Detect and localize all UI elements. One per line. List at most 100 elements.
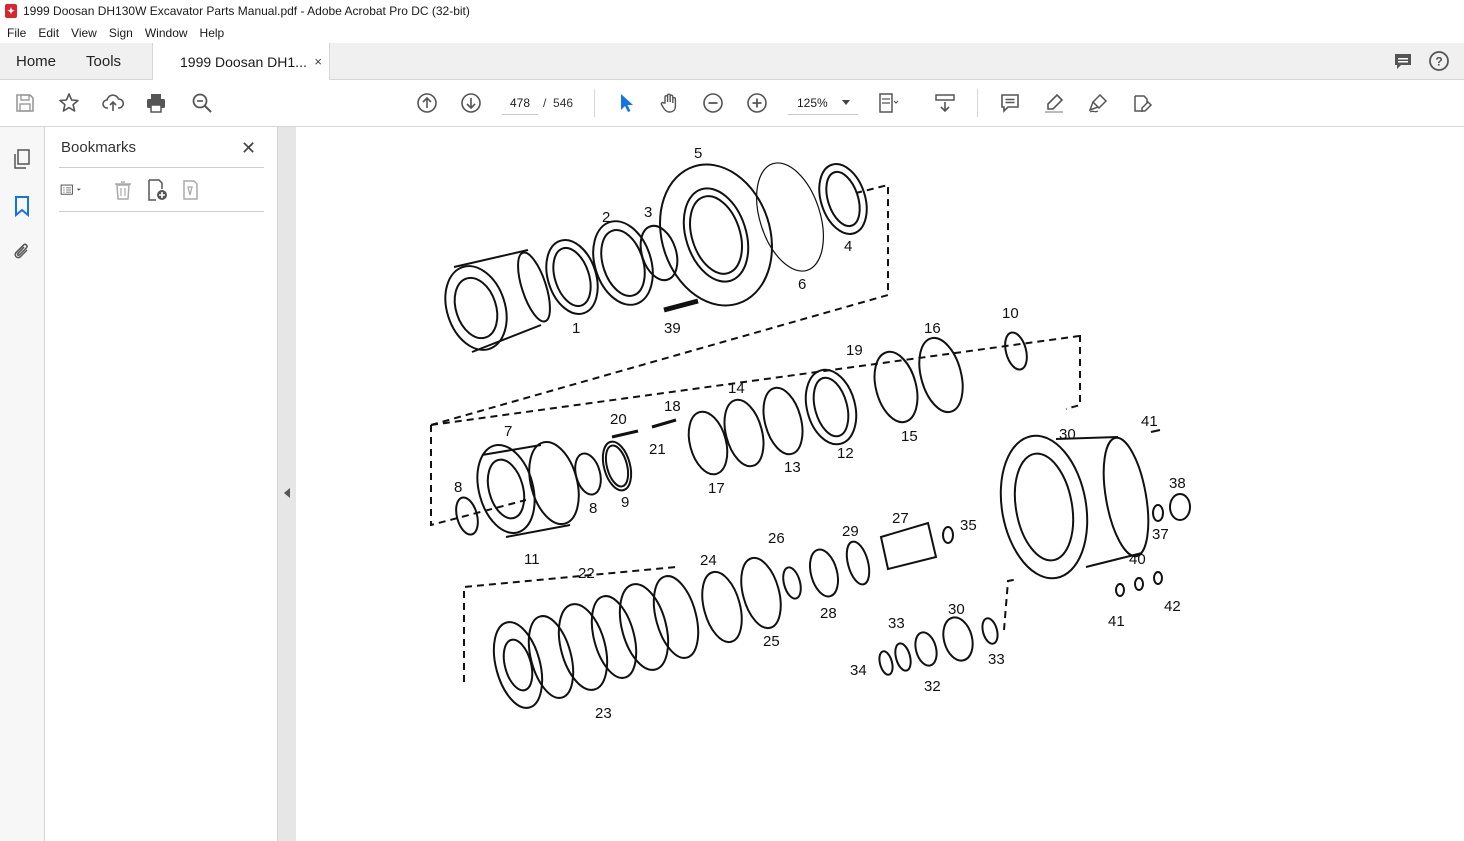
zoom-in-icon[interactable] [745, 91, 769, 115]
part-label: 16 [924, 320, 941, 337]
part-label: 2 [602, 209, 610, 226]
page-count: 546 [553, 96, 574, 110]
delete-bookmark-icon[interactable] [111, 178, 135, 202]
part-label: 13 [784, 459, 801, 476]
panel-collapse-handle[interactable] [278, 127, 296, 841]
highlight-icon[interactable] [1042, 91, 1066, 115]
toolbar-divider [594, 89, 595, 117]
part-label: 14 [728, 380, 745, 397]
part-label: 33 [888, 615, 905, 632]
menu-help[interactable]: Help [194, 26, 231, 40]
acrobat-pdf-icon: ✦ [5, 4, 17, 18]
select-cursor-icon[interactable] [614, 91, 638, 115]
menu-view[interactable]: View [65, 26, 103, 40]
part-label: 33 [988, 651, 1005, 668]
part-label: 35 [960, 517, 977, 534]
tab-close-icon[interactable]: × [314, 54, 322, 69]
edit-pdf-icon[interactable] [1130, 91, 1154, 115]
toolbar-divider [977, 89, 978, 117]
title-bar: ✦ 1999 Doosan DH130W Excavator Parts Man… [0, 0, 1464, 22]
document-page: 5 2 3 4 6 1 39 10 16 19 14 18 20 7 21 15… [296, 127, 1464, 841]
tab-home[interactable]: Home [0, 43, 72, 80]
attachments-icon[interactable] [10, 240, 34, 264]
part-label: 21 [649, 441, 666, 458]
part-label: 41 [1108, 613, 1125, 630]
zoom-level-select[interactable]: 125% [788, 91, 858, 115]
tab-document[interactable]: 1999 Doosan DH1... × [152, 43, 330, 80]
pages-icon[interactable] [10, 147, 34, 171]
part-label: 17 [708, 480, 725, 497]
divider [59, 167, 264, 168]
print-icon[interactable] [144, 91, 168, 115]
tab-document-label: 1999 Doosan DH1... [180, 53, 307, 70]
menu-file[interactable]: File [0, 26, 32, 40]
part-label: 20 [610, 411, 627, 428]
part-label: 30 [1059, 426, 1076, 443]
collapse-arrow-icon [284, 488, 290, 498]
fit-page-icon[interactable] [876, 91, 900, 115]
menu-sign[interactable]: Sign [103, 26, 139, 40]
bookmark-star-icon[interactable] [57, 91, 81, 115]
part-label: 11 [524, 551, 540, 568]
menu-bar: File Edit View Sign Window Help [0, 22, 1464, 43]
part-label: 27 [892, 510, 909, 527]
part-label: 38 [1169, 475, 1186, 492]
part-label: 7 [504, 423, 512, 440]
zoom-level-value: 125% [797, 95, 828, 110]
tab-tools[interactable]: Tools [72, 43, 137, 80]
part-label: 26 [768, 530, 785, 547]
part-label: 6 [798, 276, 806, 293]
upload-icon[interactable] [101, 91, 125, 115]
comment-icon[interactable] [998, 91, 1022, 115]
divider [59, 211, 264, 212]
tab-bar: Home Tools 1999 Doosan DH1... × ? [0, 43, 1464, 80]
page-separator: / [543, 96, 547, 110]
bookmarks-panel: Bookmarks ✕ [45, 127, 278, 841]
menu-window[interactable]: Window [139, 26, 194, 40]
part-label: 40 [1129, 551, 1146, 568]
comment-panel-icon[interactable] [1392, 50, 1414, 77]
part-label: 28 [820, 605, 837, 622]
bookmark-options-icon[interactable] [59, 178, 83, 202]
bookmarks-icon[interactable] [10, 194, 34, 218]
menu-edit[interactable]: Edit [32, 26, 65, 40]
save-icon[interactable] [13, 91, 37, 115]
part-label: 41 [1141, 413, 1158, 430]
page-total: / 546 [543, 96, 573, 110]
part-label: 15 [901, 428, 918, 445]
search-zoom-icon[interactable] [190, 91, 214, 115]
scroll-mode-icon[interactable] [933, 91, 957, 115]
part-label: 25 [763, 633, 780, 650]
part-label: 1 [572, 320, 580, 337]
page-number-input[interactable]: 478 [502, 91, 538, 115]
part-label: 34 [850, 662, 867, 679]
sign-icon[interactable] [1086, 91, 1110, 115]
part-label: 8 [589, 500, 597, 517]
part-label: 10 [1002, 305, 1019, 322]
part-label: 23 [595, 705, 612, 722]
page-up-icon[interactable] [415, 91, 439, 115]
part-label: 24 [700, 552, 717, 569]
part-label: 4 [844, 238, 852, 255]
main-toolbar: 478 / 546 125% [0, 80, 1464, 127]
hand-icon[interactable] [657, 91, 681, 115]
page-down-icon[interactable] [459, 91, 483, 115]
part-label: 3 [644, 204, 652, 221]
chevron-down-icon [842, 100, 850, 105]
part-label: 5 [694, 145, 702, 162]
close-icon[interactable]: ✕ [241, 138, 256, 159]
zoom-out-icon[interactable] [701, 91, 725, 115]
part-label: 22 [578, 565, 595, 582]
part-label: 19 [846, 342, 863, 359]
part-label: 9 [621, 494, 629, 511]
part-label: 32 [924, 678, 941, 695]
new-bookmark-icon[interactable] [145, 178, 169, 202]
part-label: 39 [664, 320, 681, 337]
bookmark-properties-icon[interactable] [179, 178, 203, 202]
help-icon[interactable]: ? [1428, 50, 1450, 77]
bookmarks-title: Bookmarks [61, 139, 137, 156]
exploded-parts-diagram: 5 2 3 4 6 1 39 10 16 19 14 18 20 7 21 15… [430, 145, 1191, 722]
part-label: 42 [1164, 598, 1181, 615]
part-label: 12 [837, 445, 854, 462]
part-label: 29 [842, 523, 859, 540]
